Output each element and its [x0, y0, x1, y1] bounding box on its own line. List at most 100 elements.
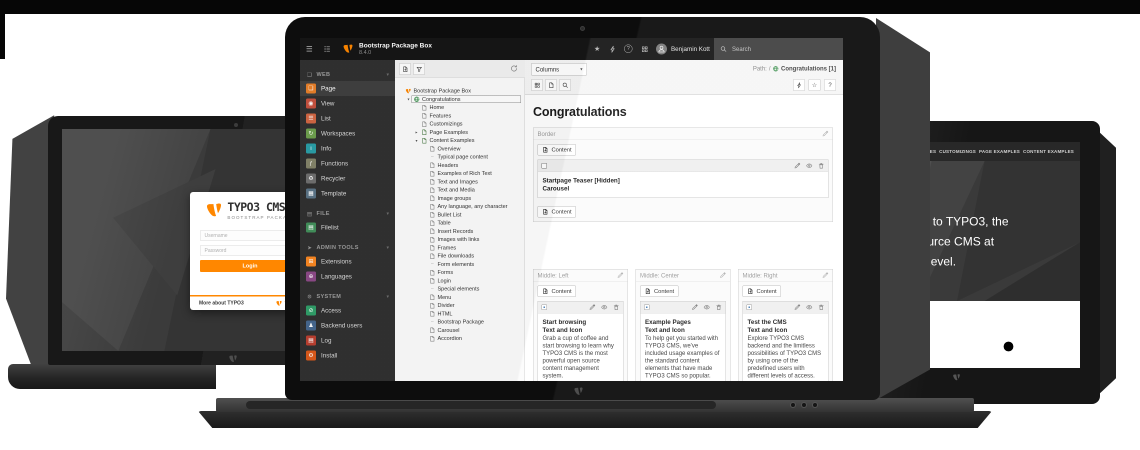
tree-item-forms[interactable]: Forms: [395, 269, 525, 277]
module-item-install[interactable]: ⚙Install: [300, 348, 395, 363]
tree-item-features[interactable]: Features: [395, 112, 525, 120]
module-item-view[interactable]: ◉View: [300, 96, 395, 111]
content-element-links[interactable]: Features Customizing: [543, 380, 619, 381]
tree-item-table[interactable]: Table: [395, 219, 525, 227]
tree-item-headers[interactable]: Headers: [395, 161, 525, 169]
module-section-system[interactable]: ⚙SYSTEM▾: [300, 290, 395, 303]
menu-toggle-icon[interactable]: ☰: [306, 45, 313, 54]
add-content-button[interactable]: Content: [743, 286, 782, 298]
module-section-file[interactable]: ▤FILE▾: [300, 207, 395, 220]
module-item-recycler[interactable]: ♻Recycler: [300, 171, 395, 186]
delete-icon[interactable]: [818, 304, 825, 311]
tree-item-frames[interactable]: Frames: [395, 244, 525, 252]
bookmark-button[interactable]: ☆: [809, 79, 821, 91]
module-item-filelist[interactable]: ▤Filelist: [300, 220, 395, 235]
tree-item-congratulations[interactable]: ▾Congratulations: [395, 95, 525, 103]
edit-column-icon[interactable]: [822, 131, 829, 138]
refresh-icon[interactable]: [510, 65, 518, 73]
tree-item-any-language-any-character[interactable]: Any language, any character: [395, 203, 525, 211]
module-section-admin-tools[interactable]: ➤ADMIN TOOLS▾: [300, 241, 395, 254]
tree-expander-icon[interactable]: ▾: [414, 138, 419, 143]
view-mode-doc-button[interactable]: [545, 79, 557, 91]
edit-column-icon[interactable]: [720, 272, 727, 279]
module-item-workspaces[interactable]: ↻Workspaces: [300, 126, 395, 141]
site-nav-item-page-examples[interactable]: PAGE EXAMPLES: [979, 149, 1020, 154]
avatar[interactable]: [656, 44, 667, 55]
delete-icon[interactable]: [716, 304, 723, 311]
delete-icon[interactable]: [818, 163, 825, 170]
columns-select[interactable]: Columns ▾: [531, 63, 587, 76]
help-button[interactable]: ?: [824, 79, 836, 91]
tree-item-insert-records[interactable]: Insert Records: [395, 227, 525, 235]
tree-item-html[interactable]: HTML: [395, 310, 525, 318]
module-item-functions[interactable]: ƒFunctions: [300, 156, 395, 171]
module-item-template[interactable]: ▦Template: [300, 186, 395, 201]
tree-item-file-downloads[interactable]: File downloads: [395, 252, 525, 260]
tree-item-image-groups[interactable]: Image groups: [395, 194, 525, 202]
edit-icon[interactable]: [794, 304, 801, 311]
module-item-log[interactable]: ▤Log: [300, 333, 395, 348]
module-item-page[interactable]: ❏Page: [300, 81, 395, 96]
content-element-links[interactable]: Log into TYPO3: [748, 380, 824, 381]
edit-icon[interactable]: [794, 163, 801, 170]
content-element-card[interactable]: Start browsingText and IconGrab a cup of…: [538, 301, 624, 381]
add-content-button[interactable]: Content: [538, 286, 577, 298]
tree-item-images-with-links[interactable]: Images with links: [395, 236, 525, 244]
tree-item-overview[interactable]: Overview: [395, 145, 525, 153]
user-name[interactable]: Benjamin Kott: [671, 46, 710, 53]
edit-icon[interactable]: [589, 304, 596, 311]
content-element-card[interactable]: Example PagesText and IconTo help get yo…: [640, 301, 726, 381]
add-content-button[interactable]: Content: [640, 286, 679, 298]
help-icon[interactable]: ?: [624, 45, 633, 54]
module-section-web[interactable]: ❏WEB▾: [300, 68, 395, 81]
module-item-info[interactable]: iInfo: [300, 141, 395, 156]
module-item-list[interactable]: ☰List: [300, 111, 395, 126]
visibility-icon[interactable]: [704, 304, 711, 311]
content-element-card[interactable]: Startpage Teaser [Hidden] Carousel: [538, 160, 829, 199]
search-input[interactable]: [731, 45, 816, 53]
module-item-languages[interactable]: ⊕Languages: [300, 269, 395, 284]
view-mode-grid-button[interactable]: [531, 79, 543, 91]
tree-item-content-examples[interactable]: ▾Content Examples: [395, 137, 525, 145]
tree-item-home[interactable]: Home: [395, 104, 525, 112]
bookmark-star-icon[interactable]: ★: [594, 45, 600, 54]
content-element-card[interactable]: Test the CMSText and IconExplore TYPO3 C…: [743, 301, 829, 381]
tree-item-login[interactable]: Login: [395, 277, 525, 285]
visibility-icon[interactable]: [806, 163, 813, 170]
new-page-button[interactable]: [399, 63, 411, 75]
edit-icon[interactable]: [692, 304, 699, 311]
tree-item-examples-of-rich-text[interactable]: Examples of Rich Text: [395, 170, 525, 178]
module-item-extensions[interactable]: ⊞Extensions: [300, 254, 395, 269]
site-nav-item-content-examples[interactable]: CONTENT EXAMPLES: [1023, 149, 1074, 154]
select-checkbox[interactable]: [542, 163, 548, 169]
content-element-links[interactable]: Examples: [645, 380, 721, 381]
visibility-icon[interactable]: [806, 304, 813, 311]
more-about-typo3-link[interactable]: More about TYPO3: [199, 301, 244, 307]
view-search-button[interactable]: [559, 79, 571, 91]
tree-item-bootstrap-package-box[interactable]: Bootstrap Package Box: [395, 87, 525, 95]
pagetree-toggle-icon[interactable]: [323, 45, 331, 53]
tree-item-accordion[interactable]: Accordion: [395, 335, 525, 343]
tree-item-text-and-images[interactable]: Text and Images: [395, 178, 525, 186]
tree-item-menu[interactable]: Menu: [395, 293, 525, 301]
tree-expander-icon[interactable]: ▾: [406, 97, 411, 102]
site-nav-item-customizings[interactable]: CUSTOMIZINGS: [939, 149, 976, 154]
module-item-backend-users[interactable]: ♟Backend users: [300, 318, 395, 333]
tree-item-carousel[interactable]: Carousel: [395, 326, 525, 334]
edit-column-icon[interactable]: [617, 272, 624, 279]
tree-item-page-examples[interactable]: ▸Page Examples: [395, 128, 525, 136]
tree-expander-icon[interactable]: ▸: [414, 130, 419, 135]
tree-item-divider[interactable]: Divider: [395, 302, 525, 310]
add-content-button[interactable]: Content: [538, 206, 577, 218]
module-item-access[interactable]: ⊘Access: [300, 303, 395, 318]
tree-item-form-elements[interactable]: ┄Form elements: [395, 260, 525, 268]
tree-item-special-elements[interactable]: ┄Special elements: [395, 285, 525, 293]
tree-item-typical-page-content[interactable]: ┄Typical page content: [395, 153, 525, 161]
tree-item-bullet-list[interactable]: Bullet List: [395, 211, 525, 219]
clear-cache-bolt-icon[interactable]: [609, 46, 617, 54]
app-grid-icon[interactable]: [641, 46, 649, 54]
tree-item-customizings[interactable]: Customizings: [395, 120, 525, 128]
edit-column-icon[interactable]: [822, 272, 829, 279]
delete-icon[interactable]: [613, 304, 620, 311]
tree-item-bootstrap-package[interactable]: ┄Bootstrap Package: [395, 318, 525, 326]
